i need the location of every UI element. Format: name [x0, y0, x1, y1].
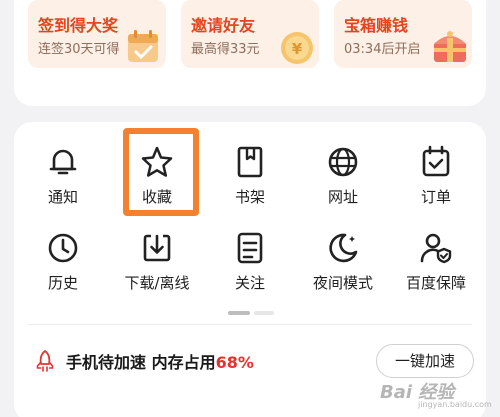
clock-icon — [48, 233, 78, 263]
tool-history[interactable]: 历史 — [18, 230, 108, 293]
tool-bookshelf[interactable]: 书架 — [205, 144, 295, 207]
rocket-icon — [36, 350, 54, 372]
tool-notifications[interactable]: 通知 — [18, 144, 108, 207]
user-shield-icon — [420, 233, 452, 264]
promo-invite-subtitle: 最高得33元 — [191, 42, 260, 57]
page-indicator — [228, 311, 274, 315]
promo-checkin-subtitle: 连签30天可得 — [38, 42, 120, 57]
tool-baidu-protection-label: 百度保障 — [405, 274, 466, 292]
tool-downloads[interactable]: 下载/离线 — [112, 230, 202, 293]
promo-checkin[interactable]: 签到得大奖 连签30天可得 — [28, 0, 166, 68]
tool-orders[interactable]: 订单 — [391, 144, 481, 207]
promo-treasure-title: 宝箱赚钱 — [344, 16, 409, 35]
promo-treasure[interactable]: 宝箱赚钱 03:34后开启 — [334, 0, 472, 68]
promo-invite[interactable]: 邀请好友 最高得33元 ¥ — [181, 0, 319, 68]
tool-baidu-protection[interactable]: 百度保障 — [391, 230, 481, 293]
treasure-chest-icon — [434, 31, 466, 62]
bell-icon — [49, 149, 77, 175]
tool-following[interactable]: 关注 — [205, 230, 295, 293]
divider — [28, 324, 472, 325]
bookmark-book-icon — [237, 146, 263, 178]
promo-invite-title: 邀请好友 — [191, 16, 256, 35]
memory-boost-row: 手机待加速 内存占用68% — [36, 348, 254, 374]
memory-status-label: 手机待加速 内存占用 — [66, 353, 216, 372]
globe-icon — [328, 147, 358, 177]
tool-websites-label: 网址 — [327, 188, 358, 206]
yuan-coin-icon: ¥ — [281, 32, 313, 64]
svg-text:¥: ¥ — [292, 40, 303, 58]
tool-downloads-label: 下载/离线 — [124, 274, 190, 292]
list-doc-icon — [237, 232, 263, 264]
baidu-jingyan-watermark: Bai 经验 jingyan.baidu.com — [378, 370, 492, 410]
calendar-gift-icon — [128, 30, 158, 62]
promo-card: 签到得大奖 连签30天可得 邀请好友 最高得33元 ¥ 宝箱赚钱 03:34后开… — [14, 0, 486, 106]
tool-history-label: 历史 — [47, 274, 78, 292]
favorites-highlight-box — [123, 128, 199, 216]
tool-following-label: 关注 — [234, 274, 265, 292]
tool-night-mode-label: 夜间模式 — [312, 274, 373, 292]
order-calendar-check-icon — [422, 145, 450, 177]
tool-bookshelf-label: 书架 — [234, 188, 265, 206]
download-icon — [143, 234, 171, 262]
promo-treasure-subtitle: 03:34后开启 — [344, 42, 421, 57]
watermark-sub: jingyan.baidu.com — [418, 400, 492, 409]
tool-notifications-label: 通知 — [47, 188, 78, 206]
memory-percent: 68% — [215, 353, 254, 372]
memory-status-text: 手机待加速 内存占用68% — [66, 349, 254, 373]
promo-checkin-title: 签到得大奖 — [38, 16, 119, 35]
moon-icon — [329, 233, 358, 263]
page-dot-active — [228, 311, 250, 315]
page-dot — [254, 311, 274, 315]
tool-orders-label: 订单 — [420, 188, 451, 206]
tool-websites[interactable]: 网址 — [298, 144, 388, 207]
tool-night-mode[interactable]: 夜间模式 — [298, 230, 388, 293]
